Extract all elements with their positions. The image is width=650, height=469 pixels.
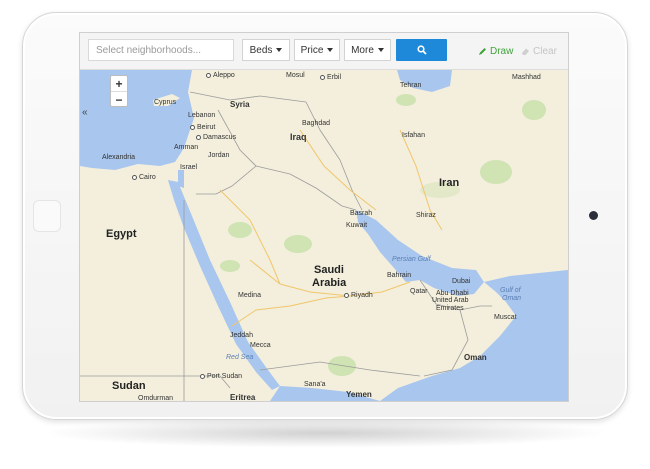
home-button — [33, 200, 61, 232]
city-riyadh: Riyadh — [344, 292, 373, 299]
city-cairo: Cairo — [132, 174, 156, 181]
label-uae-1: United Arab — [432, 297, 469, 304]
water-gulf-of-oman-1: Gulf of — [500, 287, 521, 294]
city-shiraz: Shiraz — [416, 212, 436, 219]
chevron-down-icon — [377, 48, 384, 52]
neighborhood-search-input[interactable] — [88, 39, 234, 61]
collapse-panel-button[interactable]: « — [82, 107, 88, 118]
city-port-sudan: Port Sudan — [200, 373, 242, 380]
label-egypt: Egypt — [106, 228, 137, 240]
label-cyprus: Cyprus — [154, 99, 177, 106]
city-muscat: Muscat — [494, 314, 517, 321]
city-sanaa: Sana'a — [304, 381, 326, 388]
zoom-in-button[interactable]: + — [111, 76, 127, 92]
label-oman: Oman — [464, 353, 487, 362]
more-label: More — [351, 44, 374, 56]
label-iran: Iran — [439, 177, 460, 189]
camera-dot — [589, 211, 598, 220]
label-iraq: Iraq — [290, 132, 307, 142]
label-kuwait: Kuwait — [346, 222, 368, 229]
city-jeddah: Jeddah — [230, 332, 253, 339]
search-icon — [416, 45, 427, 55]
label-sudan: Sudan — [112, 380, 146, 392]
mediterranean-sea — [80, 70, 194, 170]
search-toolbar: Beds Price More Draw Clear — [80, 33, 568, 70]
beds-label: Beds — [249, 44, 273, 56]
label-saudi: Saudi — [314, 264, 344, 276]
city-alexandria: Alexandria — [102, 154, 136, 161]
city-mosul: Mosul — [286, 72, 305, 79]
draw-button[interactable]: Draw — [478, 46, 513, 57]
label-israel: Israel — [180, 164, 198, 171]
label-arabia: Arabia — [312, 277, 347, 289]
label-syria: Syria — [230, 100, 250, 109]
city-erbil: Erbil — [320, 74, 341, 81]
city-damascus: Damascus — [196, 134, 236, 141]
water-persian-gulf: Persian Gulf — [392, 256, 431, 263]
chevron-down-icon — [276, 48, 283, 52]
search-button[interactable] — [396, 39, 447, 61]
label-yemen: Yemen — [346, 390, 372, 399]
city-tehran: Tehran — [400, 82, 422, 89]
eraser-icon — [522, 48, 529, 55]
more-dropdown[interactable]: More — [344, 39, 391, 61]
label-jordan: Jordan — [208, 152, 230, 159]
draw-label: Draw — [490, 46, 514, 57]
map-canvas[interactable]: « + − Iran Iraq Syria Lebanon Israel Jor… — [80, 70, 568, 401]
city-mashhad: Mashhad — [512, 74, 541, 81]
label-qatar: Qatar — [410, 288, 428, 295]
zoom-out-button[interactable]: − — [111, 92, 127, 107]
city-baghdad: Baghdad — [302, 120, 331, 127]
label-uae-2: Emirates — [436, 305, 464, 312]
beds-dropdown[interactable]: Beds — [242, 39, 290, 61]
city-isfahan: Isfahan — [402, 132, 425, 139]
city-aleppo: Aleppo — [206, 72, 235, 79]
water-red-sea: Red Sea — [226, 354, 254, 361]
clear-button[interactable]: Clear — [521, 46, 557, 57]
city-omdurman: Omdurman — [138, 395, 174, 402]
city-mecca: Mecca — [250, 342, 271, 349]
zoom-control: + − — [110, 75, 128, 107]
price-dropdown[interactable]: Price — [294, 39, 340, 61]
city-basrah: Basrah — [350, 210, 373, 217]
label-bahrain: Bahrain — [387, 272, 412, 279]
water-gulf-of-oman-2: Oman — [502, 295, 522, 302]
tablet-shadow — [40, 418, 610, 448]
map-screen: Beds Price More Draw Clear — [79, 32, 569, 402]
city-amman: Amman — [174, 144, 199, 151]
city-dubai: Dubai — [452, 278, 471, 285]
label-eritrea: Eritrea — [230, 393, 256, 402]
city-abu-dhabi: Abu Dhabi — [436, 290, 469, 297]
clear-label: Clear — [533, 46, 557, 57]
chevron-down-icon — [327, 48, 334, 52]
pencil-icon — [479, 48, 486, 55]
city-medina: Medina — [238, 292, 261, 299]
label-lebanon: Lebanon — [188, 112, 216, 119]
price-label: Price — [300, 44, 324, 56]
city-beirut: Beirut — [190, 124, 215, 131]
